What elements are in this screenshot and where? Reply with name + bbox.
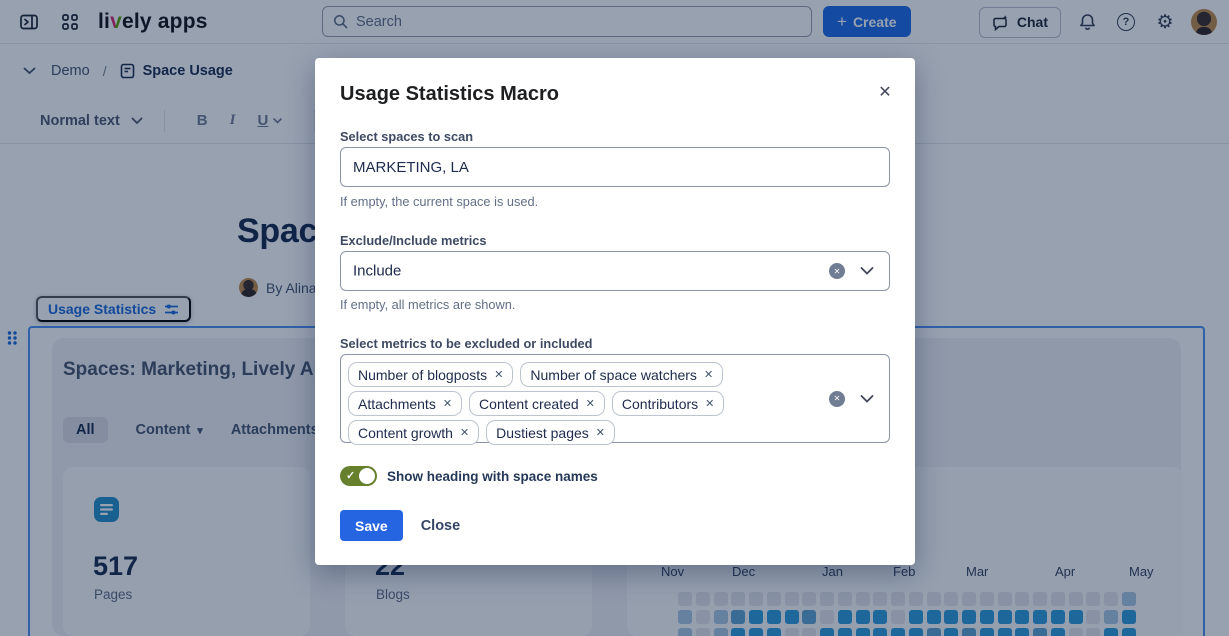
dialog-actions: Save Close	[340, 510, 460, 541]
metric-chip[interactable]: Dustiest pages ✕	[486, 420, 615, 445]
toggle-label: Show heading with space names	[387, 469, 598, 484]
close-icon[interactable]: ✕	[871, 78, 899, 106]
dialog-title: Usage Statistics Macro	[340, 83, 559, 106]
remove-chip-icon[interactable]: ✕	[596, 426, 605, 439]
metrics-field-label: Select metrics to be excluded or include…	[340, 336, 592, 351]
remove-chip-icon[interactable]: ✕	[494, 368, 503, 381]
show-heading-toggle[interactable]: ✓	[340, 466, 377, 486]
metric-chip[interactable]: Number of blogposts ✕	[348, 362, 513, 387]
chip-row: Attachments✕Content created✕Contributors…	[348, 391, 809, 416]
chevron-down-icon[interactable]	[860, 267, 874, 276]
spaces-input[interactable]	[341, 148, 889, 186]
save-button[interactable]: Save	[340, 510, 403, 541]
chip-row: Number of blogposts✕Number of space watc…	[348, 362, 809, 387]
mode-select[interactable]: Include ✕	[340, 251, 890, 291]
metric-chip[interactable]: Content created ✕	[469, 391, 605, 416]
metric-chip-label: Content created	[479, 396, 579, 412]
metric-chip-label: Attachments	[358, 396, 436, 412]
remove-chip-icon[interactable]: ✕	[460, 426, 469, 439]
remove-chip-icon[interactable]: ✕	[704, 368, 713, 381]
metric-chip-label: Dustiest pages	[496, 425, 589, 441]
mode-select-value: Include	[353, 263, 401, 280]
check-icon: ✓	[346, 469, 355, 482]
usage-statistics-macro-dialog: Usage Statistics Macro ✕ Select spaces t…	[315, 58, 915, 565]
metric-chip-label: Contributors	[622, 396, 698, 412]
metric-chip-label: Number of space watchers	[530, 367, 697, 383]
remove-chip-icon[interactable]: ✕	[443, 397, 452, 410]
spaces-helper-text: If empty, the current space is used.	[340, 194, 538, 209]
metric-chip[interactable]: Content growth ✕	[348, 420, 479, 445]
chip-row: Content growth ✕ Dustiest pages ✕	[348, 420, 809, 445]
spaces-input-wrapper	[340, 147, 890, 187]
metric-chip-label: Number of blogposts	[358, 367, 487, 383]
clear-icon[interactable]: ✕	[829, 263, 845, 279]
spaces-field-label: Select spaces to scan	[340, 129, 473, 144]
app-window: lively apps + Create Cha	[0, 0, 1229, 636]
remove-chip-icon[interactable]: ✕	[586, 397, 595, 410]
mode-field-label: Exclude/Include metrics	[340, 233, 487, 248]
toggle-knob	[359, 468, 375, 484]
metrics-multiselect[interactable]: Number of blogposts✕Number of space watc…	[340, 354, 890, 443]
heading-toggle-row: ✓ Show heading with space names	[340, 466, 598, 486]
mode-helper-text: If empty, all metrics are shown.	[340, 297, 515, 312]
metric-chip[interactable]: Contributors ✕	[612, 391, 724, 416]
clear-icon[interactable]: ✕	[829, 391, 845, 407]
metric-chip-label: Content growth	[358, 425, 453, 441]
cancel-button[interactable]: Close	[421, 518, 461, 534]
chevron-down-icon[interactable]	[860, 394, 874, 403]
metric-chip[interactable]: Number of space watchers ✕	[520, 362, 723, 387]
remove-chip-icon[interactable]: ✕	[705, 397, 714, 410]
metric-chip[interactable]: Attachments ✕	[348, 391, 462, 416]
metrics-chips: Number of blogposts✕Number of space watc…	[348, 362, 809, 445]
